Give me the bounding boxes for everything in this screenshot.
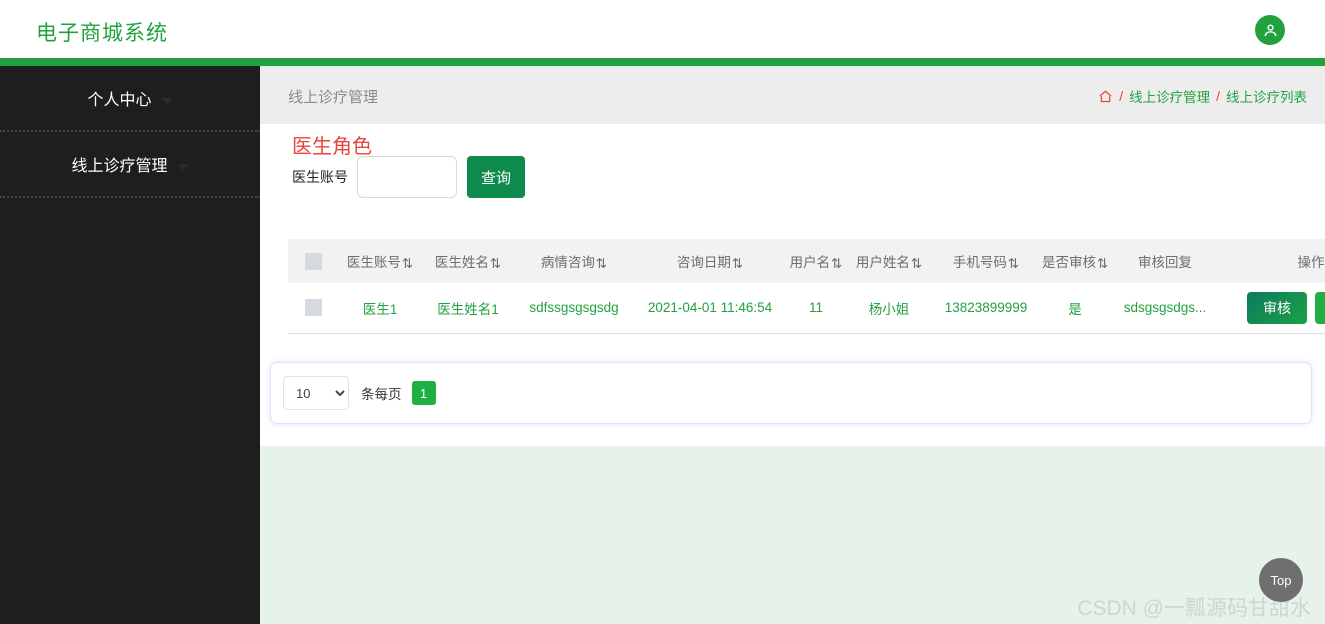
col-label: 审核回复: [1138, 255, 1192, 270]
table-header-row: 医生账号⇅ 医生姓名⇅ 病情咨询⇅ 咨询日期⇅ 用户名⇅ 用户姓名⇅ 手机号码⇅…: [288, 239, 1325, 283]
page-number-button[interactable]: 1: [411, 381, 436, 405]
sort-icon: ⇅: [1097, 256, 1109, 271]
row-checkbox[interactable]: [304, 299, 322, 317]
top-header: 电子商城系统: [0, 0, 1325, 58]
data-table: 医生账号⇅ 医生姓名⇅ 病情咨询⇅ 咨询日期⇅ 用户名⇅ 用户姓名⇅ 手机号码⇅…: [288, 239, 1325, 334]
view-button[interactable]: 查看: [1315, 291, 1325, 324]
sort-icon: ⇅: [401, 256, 414, 271]
sidebar: 个人中心 线上诊疗管理: [0, 66, 260, 624]
col-label: 是否审核: [1042, 255, 1096, 270]
user-icon: [1262, 22, 1279, 39]
col-label: 用户姓名: [855, 255, 910, 270]
brand-accent-bar: [0, 58, 1325, 66]
col-label: 病情咨询: [540, 255, 595, 270]
sort-icon: ⇅: [731, 256, 744, 271]
sort-icon: ⇅: [831, 256, 843, 271]
col-username[interactable]: 用户名⇅: [786, 239, 846, 283]
avatar[interactable]: [1255, 15, 1285, 45]
breadcrumb-link-2[interactable]: 线上诊疗列表: [1226, 86, 1307, 106]
cell-username: 11: [808, 300, 823, 316]
col-label: 手机号码: [952, 255, 1007, 270]
doctor-account-input[interactable]: [357, 156, 457, 198]
search-label: 医生账号: [292, 169, 348, 185]
page-size-select[interactable]: 102050100: [283, 376, 349, 410]
caret-down-icon: [160, 98, 173, 104]
sort-icon: ⇅: [1007, 256, 1020, 271]
audit-button[interactable]: 审核: [1247, 291, 1307, 324]
col-doctor-account[interactable]: 医生账号⇅: [338, 239, 422, 283]
data-table-wrapper: 医生账号⇅ 医生姓名⇅ 病情咨询⇅ 咨询日期⇅ 用户名⇅ 用户姓名⇅ 手机号码⇅…: [288, 239, 1325, 334]
section-heading: 医生角色: [292, 136, 372, 158]
table-row: 医生1 医生姓名1 sdfssgsgsgsdg 2021-04-01 11:46…: [288, 283, 1325, 333]
sidebar-item-online-clinic[interactable]: 线上诊疗管理: [0, 132, 260, 198]
row-checkbox-cell: [288, 283, 338, 333]
select-all-checkbox[interactable]: [304, 252, 322, 270]
breadcrumb-bar: 线上诊疗管理 / 线上诊疗管理 / 线上诊疗列表: [260, 66, 1325, 124]
cell-user-realname: 杨小姐: [868, 301, 910, 317]
cell-phone: 13823899999: [944, 300, 1028, 316]
search-form: 医生账号 查询: [292, 156, 525, 198]
col-consult[interactable]: 病情咨询⇅: [514, 239, 634, 283]
cell-doctor-name: 医生姓名1: [437, 301, 499, 317]
breadcrumb: / 线上诊疗管理 / 线上诊疗列表: [1098, 86, 1307, 106]
col-label: 医生姓名: [434, 255, 489, 270]
table-header-checkbox-cell: [288, 239, 338, 283]
col-audited[interactable]: 是否审核⇅: [1040, 239, 1110, 283]
cell-consult: sdfssgsgsgsdg: [529, 300, 619, 316]
scroll-to-top-button[interactable]: Top: [1259, 558, 1303, 602]
breadcrumb-separator: /: [1216, 88, 1220, 104]
cell-actions: 审核查看: [1220, 283, 1325, 333]
sort-icon: ⇅: [910, 256, 923, 271]
footer-area: CSDN @一瓢源码甘甜水 Top: [260, 446, 1325, 624]
cell-consult-date: 2021-04-01 11:46:54: [647, 300, 773, 316]
col-phone[interactable]: 手机号码⇅: [932, 239, 1040, 283]
page-title: 线上诊疗管理: [288, 89, 379, 106]
home-icon[interactable]: [1098, 89, 1113, 104]
col-label: 操作: [1297, 255, 1325, 270]
breadcrumb-separator: /: [1119, 88, 1124, 104]
sidebar-item-label: 个人中心: [87, 92, 152, 109]
col-user-realname[interactable]: 用户姓名⇅: [846, 239, 932, 283]
app-brand-title: 电子商城系统: [36, 22, 168, 45]
cell-audit-reply: sdsgsgsdgs...: [1123, 300, 1207, 316]
cell-audited: 是: [1068, 301, 1082, 317]
search-button[interactable]: 查询: [467, 156, 525, 198]
col-label: 医生账号: [346, 255, 401, 270]
sort-icon: ⇅: [595, 256, 608, 271]
page-root: 电子商城系统 个人中心 线上诊疗管理 线上诊疗管理 / 线上诊疗管理 / 线上诊…: [0, 0, 1325, 624]
sidebar-item-personal-center[interactable]: 个人中心: [0, 66, 260, 132]
pagination-bar: 102050100 条每页 1: [270, 362, 1312, 424]
col-label: 咨询日期: [676, 255, 731, 270]
caret-down-icon: [176, 164, 189, 170]
sidebar-item-label: 线上诊疗管理: [71, 158, 168, 175]
cell-doctor-account: 医生1: [362, 301, 398, 317]
col-consult-date[interactable]: 咨询日期⇅: [634, 239, 786, 283]
col-actions: 操作: [1220, 239, 1325, 283]
breadcrumb-link-1[interactable]: 线上诊疗管理: [1129, 86, 1210, 106]
per-page-label: 条每页: [361, 387, 402, 402]
col-label: 用户名: [789, 255, 831, 270]
sort-icon: ⇅: [489, 256, 502, 271]
col-doctor-name[interactable]: 医生姓名⇅: [422, 239, 514, 283]
col-audit-reply: 审核回复: [1110, 239, 1220, 283]
